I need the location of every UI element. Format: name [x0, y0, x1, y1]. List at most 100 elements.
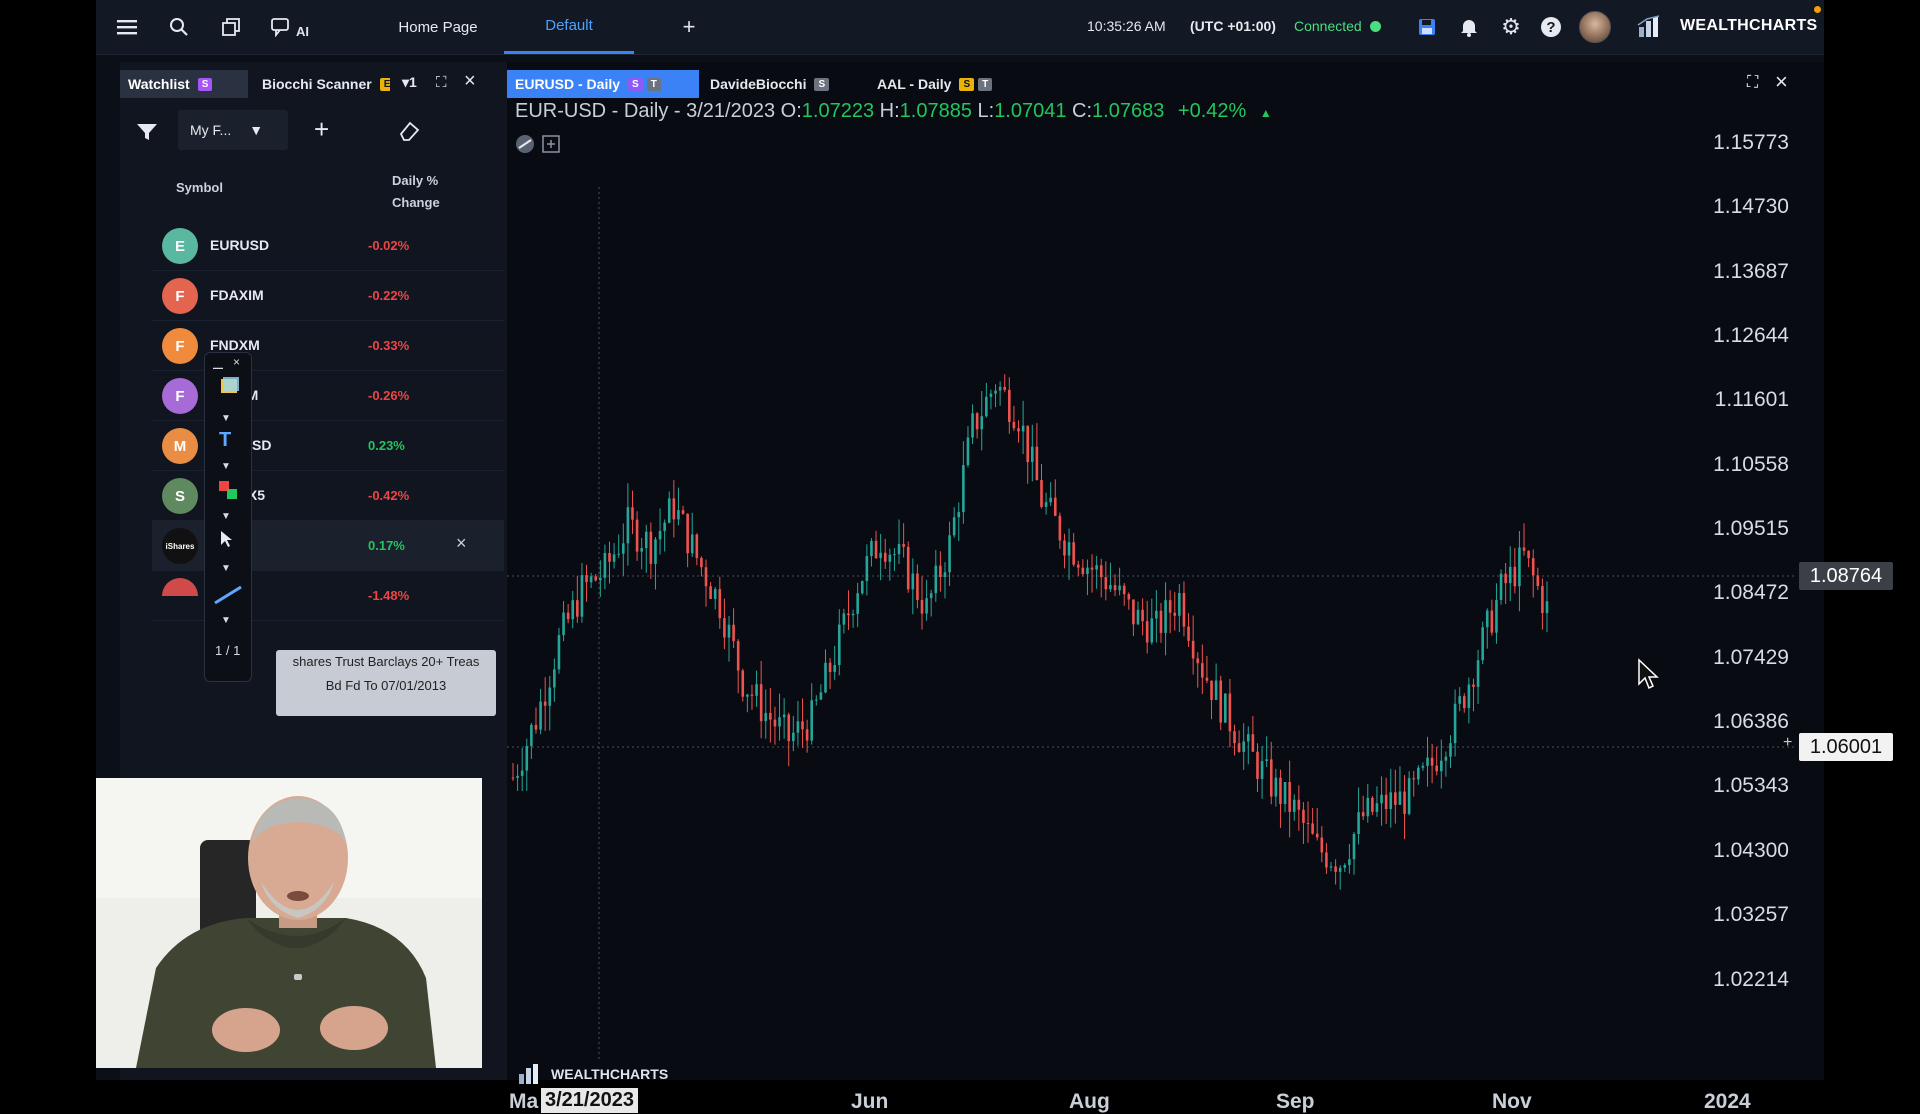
candle-body	[1058, 515, 1062, 541]
watchlist-select[interactable]: My F... ▼	[178, 110, 288, 150]
chevron-down-icon[interactable]: ▼	[221, 615, 231, 626]
candle-body	[571, 600, 575, 620]
candle-body	[1067, 542, 1071, 556]
eraser-icon[interactable]	[398, 120, 420, 147]
add-indicator-icon[interactable]	[541, 134, 561, 159]
chart-tab-aal[interactable]: AAL - Daily S T	[869, 70, 1019, 98]
chart-panel: EURUSD - Daily S T DavideBiocchi S AAL -…	[507, 62, 1893, 1113]
select-tool-icon[interactable]	[219, 375, 241, 402]
svg-text:?: ?	[1546, 19, 1555, 36]
add-tab-icon[interactable]: +	[674, 0, 704, 54]
close-chart-icon[interactable]: ×	[1775, 69, 1788, 95]
add-symbol-icon[interactable]: +	[314, 114, 329, 145]
indicator-toggle-icon[interactable]	[515, 134, 535, 159]
chevron-down-icon[interactable]: ▼	[221, 563, 231, 574]
windows-icon[interactable]	[214, 0, 248, 54]
save-icon[interactable]	[1412, 0, 1442, 54]
ai-assistant-button[interactable]: AI	[266, 0, 314, 54]
candle-body	[1196, 658, 1200, 664]
column-daily-change[interactable]: Daily % Change	[392, 170, 440, 214]
help-icon[interactable]: ?	[1536, 0, 1566, 54]
symbol-avatar: F	[162, 378, 198, 414]
search-icon[interactable]	[162, 0, 196, 54]
open-value: 1.07223	[801, 100, 875, 122]
candle-body	[1072, 542, 1075, 565]
candle-body	[934, 565, 938, 594]
candle-body	[1329, 866, 1333, 868]
gear-icon[interactable]: ⚙	[1496, 0, 1526, 54]
candle-body	[672, 498, 676, 520]
text-tool-icon[interactable]: T	[219, 429, 231, 452]
user-avatar[interactable]	[1578, 0, 1612, 54]
symbol-avatar: F	[162, 278, 198, 314]
line-tool-icon[interactable]	[213, 585, 243, 610]
candle-body	[741, 670, 745, 697]
candle-body	[815, 699, 818, 701]
tab-biocchi-scanner[interactable]: Biocchi Scanner E	[254, 70, 390, 98]
chart-tab-davidebiocchi[interactable]: DavideBiocchi S	[702, 70, 854, 98]
candle-body	[1150, 618, 1154, 643]
candle-body	[1228, 693, 1232, 732]
candle-body	[1389, 792, 1393, 810]
tab-overflow-dropdown[interactable]: ▾1	[402, 74, 417, 91]
candle-body	[1136, 609, 1140, 625]
wealthcharts-logo-icon	[1636, 0, 1666, 54]
candle-body	[1210, 680, 1213, 700]
pointer-tool-icon[interactable]	[219, 529, 235, 554]
chart-tab-eurusd[interactable]: EURUSD - Daily S T	[507, 70, 699, 98]
candle-body	[617, 553, 620, 555]
candle-body	[883, 552, 887, 562]
y-tick-label: 1.09515	[1713, 517, 1789, 540]
menu-icon[interactable]	[110, 0, 144, 54]
candle-body	[1490, 610, 1494, 633]
chevron-down-icon[interactable]: ▼	[221, 461, 231, 472]
tab-scanner-label: Biocchi Scanner	[262, 76, 372, 92]
maximize-chart-icon[interactable]: ⛶	[1747, 74, 1758, 92]
candle-body	[534, 724, 538, 730]
candle-body	[1522, 547, 1526, 551]
candle-body	[695, 534, 699, 558]
candle-body	[1026, 425, 1030, 463]
close-icon[interactable]: ×	[464, 70, 476, 93]
candle-body	[723, 618, 726, 638]
y-tick-label: 1.12644	[1713, 324, 1789, 347]
candle-body	[856, 593, 859, 614]
candle-body	[1375, 803, 1379, 812]
add-level-icon[interactable]: +	[1783, 734, 1792, 752]
candle-body	[1403, 791, 1406, 814]
candle-body	[746, 694, 749, 697]
candle-body	[511, 777, 515, 779]
filter-icon[interactable]	[136, 122, 158, 147]
maximize-icon[interactable]: ⛶	[436, 74, 447, 91]
candle-body	[1499, 573, 1503, 600]
candle-body	[1440, 760, 1443, 772]
bell-icon[interactable]	[1454, 0, 1484, 54]
shapes-tool-icon[interactable]	[217, 479, 239, 506]
close-toolbar-icon[interactable]: ×	[233, 355, 240, 369]
candle-body	[1343, 865, 1347, 868]
candle-body	[1504, 573, 1507, 584]
symbol-avatar: F	[162, 328, 198, 364]
tab-watchlist[interactable]: Watchlist S	[120, 70, 248, 98]
watchlist-row[interactable]: E EURUSD -0.02%	[152, 220, 504, 271]
tab-default[interactable]: Default	[504, 0, 634, 54]
candle-body	[649, 531, 653, 564]
candle-body	[985, 396, 988, 417]
column-symbol[interactable]: Symbol	[176, 180, 223, 195]
candle-body	[713, 589, 717, 599]
chart-tab-aal-label: AAL - Daily	[877, 76, 952, 92]
watchlist-row[interactable]: F FDAXIM -0.22%	[152, 270, 504, 321]
x-tick-label: 2024	[1704, 1090, 1751, 1113]
cursor-date-tag: 3/21/2023	[541, 1088, 638, 1113]
candle-body	[1145, 621, 1149, 643]
ohlc-header: EUR-USD - Daily - 3/21/2023 O:1.07223 H:…	[515, 100, 1272, 123]
candle-body	[1476, 660, 1480, 687]
candle-body	[769, 712, 772, 720]
chevron-down-icon[interactable]: ▼	[221, 413, 231, 424]
tab-home-page[interactable]: Home Page	[376, 0, 500, 54]
candle-body	[1366, 797, 1370, 817]
daily-change: -0.26%	[368, 388, 410, 403]
remove-row-icon[interactable]: ×	[456, 533, 467, 554]
chevron-down-icon[interactable]: ▼	[221, 511, 231, 522]
brand-name: WEALTHCHARTS	[1680, 17, 1818, 34]
